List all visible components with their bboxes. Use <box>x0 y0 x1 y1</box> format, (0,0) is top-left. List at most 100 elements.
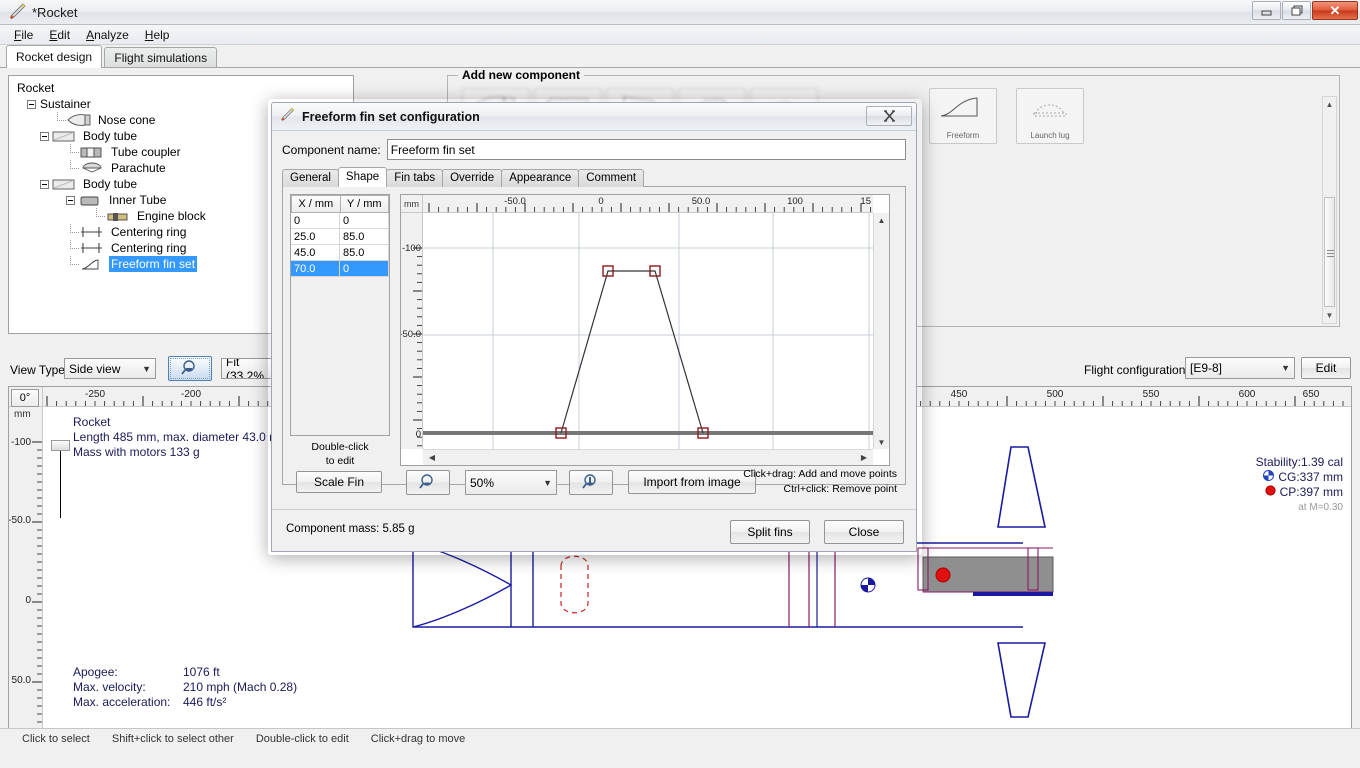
table-row[interactable]: 0 0 <box>291 213 389 229</box>
chevron-down-icon: ▼ <box>142 363 151 374</box>
svg-text:0: 0 <box>25 595 31 606</box>
tree-connector <box>92 208 105 224</box>
cell-x[interactable]: 0 <box>291 213 340 229</box>
cell-x[interactable]: 25.0 <box>291 229 340 245</box>
tube-coupler-icon <box>79 145 105 159</box>
tree-item-label: Engine block <box>137 209 206 223</box>
scroll-up-icon[interactable]: ▲ <box>874 213 889 227</box>
cell-y[interactable]: 85.0 <box>340 245 389 261</box>
graph-vertical-scrollbar[interactable]: ▲ ▼ <box>873 213 889 449</box>
expander-icon[interactable] <box>27 99 36 109</box>
tree-item-label: Parachute <box>111 161 166 175</box>
cell-y[interactable]: 0 <box>340 213 389 229</box>
graph-horizontal-ruler: -50.0 0 50.0 100 15 <box>423 195 873 213</box>
cg-marker <box>860 577 876 593</box>
tree-item-label: Freeform fin set <box>109 256 198 272</box>
menu-bar: File Edit Analyze Help <box>0 25 1360 45</box>
cell-x[interactable]: 70.0 <box>291 261 340 277</box>
expander-icon[interactable] <box>40 179 49 189</box>
tree-item-label: Centering ring <box>111 225 187 239</box>
tree-connector <box>53 112 66 128</box>
table-row[interactable]: 45.0 85.0 <box>291 245 389 261</box>
dialog-tab-bar: General Shape Fin tabs Override Appearan… <box>282 167 906 187</box>
freeform-fin-icon <box>79 257 105 271</box>
svg-text:650: 650 <box>1303 389 1320 400</box>
cell-y[interactable]: 85.0 <box>340 229 389 245</box>
expander-icon[interactable] <box>66 195 75 205</box>
graph-plot-area[interactable] <box>423 213 873 449</box>
expander-icon[interactable] <box>40 131 49 141</box>
nose-cone-icon <box>66 113 92 127</box>
cp-marker <box>935 567 951 583</box>
svg-text:15: 15 <box>860 196 871 207</box>
tree-item-label: Nose cone <box>98 113 156 127</box>
component-name-input[interactable]: Freeform fin set <box>386 139 906 160</box>
table-edit-hint-line-2: to edit <box>325 455 355 467</box>
fin-shape-graph[interactable]: mm -50.0 0 50.0 100 15 -100 -50.0 0 ▲ ▼ … <box>399 194 890 481</box>
centering-ring-icon <box>79 225 105 239</box>
dialog-close-action-button[interactable]: Close <box>824 520 904 544</box>
cell-x[interactable]: 45.0 <box>291 245 340 261</box>
tab-appearance[interactable]: Appearance <box>501 169 580 187</box>
graph-unit-badge: mm <box>401 195 423 213</box>
svg-text:550: 550 <box>1143 389 1160 400</box>
tab-rocket-design[interactable]: Rocket design <box>6 45 103 68</box>
menu-edit[interactable]: Edit <box>41 26 78 44</box>
tree-item-label: Body tube <box>83 129 138 143</box>
graph-horizontal-scrollbar[interactable]: ◀ ▶ <box>423 449 873 465</box>
view-type-select[interactable]: Side view ▼ <box>64 358 156 379</box>
tree-item-rocket[interactable]: Rocket <box>13 80 353 96</box>
tab-flight-simulations[interactable]: Flight simulations <box>104 47 218 69</box>
add-component-scrollbar[interactable]: ▲ ▼ <box>1322 96 1337 324</box>
tree-connector <box>66 256 79 272</box>
scroll-down-icon[interactable]: ▼ <box>874 435 889 449</box>
dialog-titlebar: Freeform fin set configuration <box>272 103 916 131</box>
minimize-button[interactable] <box>1252 1 1281 20</box>
graph-zoom-select[interactable]: 50% ▼ <box>465 470 557 495</box>
tab-general[interactable]: General <box>282 169 339 187</box>
zoom-out-button[interactable] <box>406 470 450 495</box>
scroll-right-icon[interactable]: ▶ <box>857 450 871 465</box>
tab-fin-tabs[interactable]: Fin tabs <box>386 169 444 187</box>
scroll-left-icon[interactable]: ◀ <box>425 450 439 465</box>
view-type-label: View Type: <box>10 363 69 377</box>
menu-help[interactable]: Help <box>137 26 178 44</box>
flight-configuration-select[interactable]: [E9-8] ▼ <box>1185 357 1295 379</box>
body-tube-icon <box>51 129 77 143</box>
close-button[interactable]: ✕ <box>1312 1 1358 20</box>
tab-override[interactable]: Override <box>442 169 503 187</box>
zoom-in-button[interactable] <box>569 470 613 495</box>
graph-interaction-hints: Click+drag: Add and move points Ctrl+cli… <box>697 467 897 497</box>
edit-flight-configuration-button[interactable]: Edit <box>1301 357 1351 379</box>
window-controls: ✕ <box>1251 1 1358 20</box>
scroll-up-icon[interactable]: ▲ <box>1323 97 1336 112</box>
menu-analyze[interactable]: Analyze <box>78 26 137 44</box>
tab-comment[interactable]: Comment <box>578 169 645 187</box>
rotation-indicator[interactable]: 0° <box>11 389 39 407</box>
svg-text:-250: -250 <box>85 389 105 400</box>
table-row[interactable]: 70.0 0 <box>291 261 389 277</box>
body-tube-icon <box>51 177 77 191</box>
add-launch-lug-button[interactable]: Launch lug <box>1016 88 1084 144</box>
fin-profile-plot[interactable] <box>423 213 873 449</box>
fin-points-table[interactable]: X / mm Y / mm 0 0 25.0 85.0 45.0 85.0 70… <box>290 194 390 436</box>
split-fins-button[interactable]: Split fins <box>730 520 810 544</box>
status-hint-0: Click to select <box>22 732 90 745</box>
status-bar: Click to select Shift+click to select ot… <box>0 728 1360 748</box>
scrollbar-thumb[interactable] <box>1324 197 1335 307</box>
freeform-fin-configuration-dialog[interactable]: Freeform fin set configuration Component… <box>271 102 917 552</box>
component-name-label: Component name: <box>282 142 381 157</box>
add-freeform-label: Freeform <box>946 131 980 140</box>
svg-text:-100: -100 <box>11 437 31 448</box>
menu-file[interactable]: File <box>6 26 41 44</box>
dialog-close-button[interactable] <box>866 106 912 126</box>
add-freeform-fin-button[interactable]: Freeform <box>929 88 997 144</box>
table-row[interactable]: 25.0 85.0 <box>291 229 389 245</box>
scale-fin-button[interactable]: Scale Fin <box>296 471 382 493</box>
zoom-fit-button[interactable] <box>168 356 212 381</box>
scroll-down-icon[interactable]: ▼ <box>1323 308 1336 323</box>
zoom-level-select[interactable]: Fit (33.2% <box>221 358 277 379</box>
cell-y[interactable]: 0 <box>340 261 389 277</box>
tab-shape[interactable]: Shape <box>337 167 388 187</box>
maximize-button[interactable] <box>1282 1 1311 20</box>
